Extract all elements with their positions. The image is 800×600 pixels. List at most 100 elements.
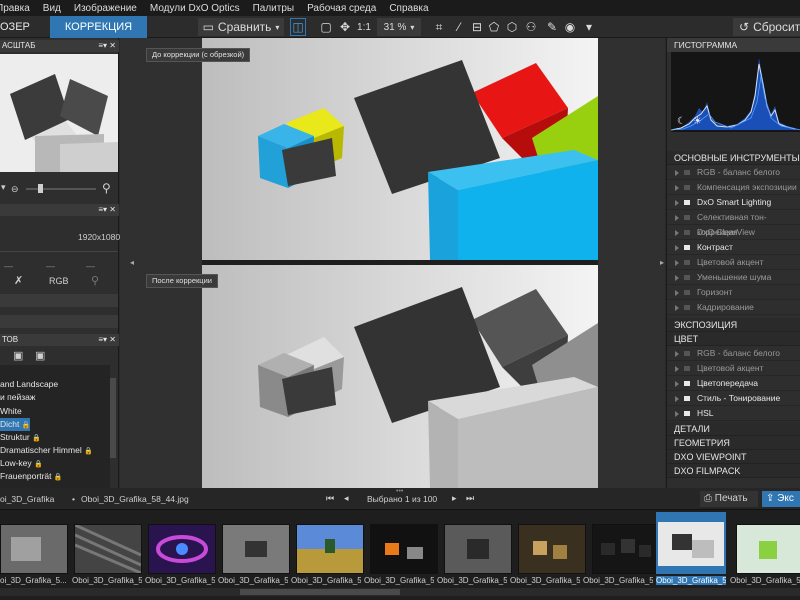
- preset-item[interactable]: Dramatischer Himmel 🔒: [0, 444, 110, 457]
- toggle-icon[interactable]: [684, 366, 690, 371]
- thumbnail[interactable]: [444, 524, 512, 574]
- tool-horizon[interactable]: Горизонт: [667, 285, 800, 300]
- tool-color-rendering[interactable]: Цветопередача: [667, 376, 800, 391]
- toggle-icon[interactable]: [684, 275, 690, 280]
- presets-scrollbar[interactable]: [110, 378, 116, 458]
- preset-item[interactable]: Low-key 🔒: [0, 457, 110, 470]
- panel-controls-icon[interactable]: ≡▾ ✕: [98, 40, 116, 52]
- print-button[interactable]: ⎙ Печать: [700, 491, 758, 507]
- zoom-slider[interactable]: [26, 188, 96, 190]
- toggle-icon[interactable]: [684, 230, 690, 235]
- tab-view[interactable]: ОЗЕР: [0, 16, 49, 38]
- preset-item[interactable]: and Landscape: [0, 378, 110, 391]
- toggle-icon[interactable]: [684, 305, 690, 310]
- toggle-icon[interactable]: [684, 381, 690, 386]
- preset-item[interactable]: и пейзаж: [0, 391, 110, 404]
- toggle-icon[interactable]: [684, 185, 690, 190]
- toggle-icon[interactable]: [684, 290, 690, 295]
- collapse-left-icon[interactable]: ◂: [130, 258, 134, 267]
- tool-smart-lighting[interactable]: DxO Smart Lighting: [667, 195, 800, 210]
- fit-screen-icon[interactable]: ▢: [318, 18, 334, 36]
- zoom-slider-handle[interactable]: [38, 184, 43, 193]
- tool-selective-tone[interactable]: Селективная тон-коррекция: [667, 210, 800, 237]
- basic-tools-header[interactable]: ОСНОВНЫЕ ИНСТРУМЕНТЫ: [667, 151, 800, 165]
- thumbnail[interactable]: [148, 524, 216, 574]
- tool-clearview[interactable]: DxO ClearView: [667, 225, 800, 240]
- viewpoint-section-header[interactable]: DXO VIEWPOINT: [667, 450, 800, 464]
- tool-contrast[interactable]: Контраст: [667, 240, 800, 255]
- filmstrip-scroll-thumb[interactable]: [240, 589, 400, 595]
- menu-edit[interactable]: Правка: [0, 3, 30, 14]
- next-image-icon[interactable]: ▸: [452, 493, 457, 504]
- eyedropper-icon[interactable]: ⁄: [452, 18, 466, 36]
- crop-icon[interactable]: ⌗: [432, 18, 446, 36]
- first-image-icon[interactable]: ⏮: [326, 493, 334, 504]
- chevron-down-icon[interactable]: ▾: [1, 182, 6, 193]
- toggle-icon[interactable]: [684, 215, 690, 220]
- thumbnail[interactable]: [736, 524, 800, 574]
- details-section-header[interactable]: ДЕТАЛИ: [667, 422, 800, 436]
- thumbnail[interactable]: [0, 524, 68, 574]
- folder-name[interactable]: oi_3D_Grafika: [0, 494, 54, 504]
- thumbnail[interactable]: [222, 524, 290, 574]
- menu-help[interactable]: Справка: [389, 3, 428, 14]
- volume-deformation-icon[interactable]: ⬡: [505, 18, 519, 36]
- tool-color-accent[interactable]: Цветовой акцент: [667, 361, 800, 376]
- thumbnail[interactable]: [592, 524, 660, 574]
- zoom-1to1-button[interactable]: 1:1: [355, 18, 373, 36]
- tool-color-accent[interactable]: Цветовой акцент: [667, 255, 800, 270]
- menu-palettes[interactable]: Палитры: [253, 3, 295, 14]
- toggle-icon[interactable]: [684, 351, 690, 356]
- tool-exposure-compensation[interactable]: Компенсация экспозиции: [667, 180, 800, 195]
- toggle-icon[interactable]: [684, 245, 690, 250]
- tool-rgb-white-balance[interactable]: RGB - баланс белого: [667, 346, 800, 361]
- rgb-mode-button[interactable]: RGB: [49, 276, 69, 286]
- tool-rgb-white-balance[interactable]: RGB - баланс белого: [667, 165, 800, 180]
- preset-item[interactable]: White: [0, 405, 110, 418]
- color-section-header[interactable]: ЦВЕТ: [667, 332, 800, 346]
- before-image[interactable]: [202, 38, 598, 260]
- filmstrip-scrollbar[interactable]: [0, 588, 800, 596]
- perspective-icon[interactable]: ⬠: [487, 18, 501, 36]
- thumbnail[interactable]: [296, 524, 364, 574]
- moon-icon[interactable]: ☾: [677, 116, 686, 127]
- apply-preset-icon[interactable]: ▣: [35, 349, 45, 362]
- tab-correction[interactable]: КОРРЕКЦИЯ: [50, 16, 147, 38]
- preset-item[interactable]: Struktur 🔒: [0, 431, 110, 444]
- reset-button[interactable]: ↺ Сбросить: [733, 18, 800, 36]
- zoom-out-icon[interactable]: ⊖: [11, 184, 19, 195]
- sun-icon[interactable]: ☀: [693, 116, 702, 127]
- toggle-icon[interactable]: [684, 170, 690, 175]
- toggle-icon[interactable]: [684, 396, 690, 401]
- local-adjust-icon[interactable]: ⚇: [524, 18, 538, 36]
- eye-icon[interactable]: ◉: [563, 18, 577, 36]
- chevron-down-icon[interactable]: ▾: [582, 18, 596, 36]
- toggle-icon[interactable]: [684, 260, 690, 265]
- toggle-icon[interactable]: [684, 411, 690, 416]
- prev-image-icon[interactable]: ◂: [344, 493, 349, 504]
- tool-hsl[interactable]: HSL: [667, 406, 800, 421]
- preset-item[interactable]: Frauenporträt 🔒: [0, 470, 110, 483]
- menu-dxo-optics[interactable]: Модули DxO Optics: [150, 3, 240, 14]
- export-button[interactable]: ⇪ Экс: [762, 491, 800, 507]
- move-icon[interactable]: ✥: [337, 18, 353, 36]
- menu-workspace[interactable]: Рабочая среда: [307, 3, 376, 14]
- new-preset-icon[interactable]: ▣: [13, 349, 23, 362]
- zoom-select[interactable]: 31 % ▾: [377, 18, 421, 36]
- panel-controls-icon[interactable]: ≡▾ ✕: [98, 334, 116, 346]
- tool-noise-reduction[interactable]: Уменьшение шума: [667, 270, 800, 285]
- thumbnail[interactable]: [518, 524, 586, 574]
- menu-view[interactable]: Вид: [43, 3, 61, 14]
- thumbnail-selected[interactable]: [656, 512, 726, 574]
- toggle-icon[interactable]: [684, 200, 690, 205]
- split-view-icon[interactable]: ◫: [290, 18, 306, 36]
- tool-crop[interactable]: Кадрирование: [667, 300, 800, 315]
- after-image[interactable]: [202, 265, 598, 488]
- thumbnail[interactable]: [370, 524, 438, 574]
- compare-button[interactable]: ▭ Сравнить ▾: [198, 18, 284, 36]
- preset-item-selected[interactable]: Dicht 🔒: [0, 418, 30, 431]
- collapse-right-icon[interactable]: ▸: [660, 258, 664, 267]
- last-image-icon[interactable]: ⏭: [466, 493, 474, 504]
- menu-image[interactable]: Изображение: [74, 3, 137, 14]
- navigator-preview[interactable]: [0, 54, 118, 172]
